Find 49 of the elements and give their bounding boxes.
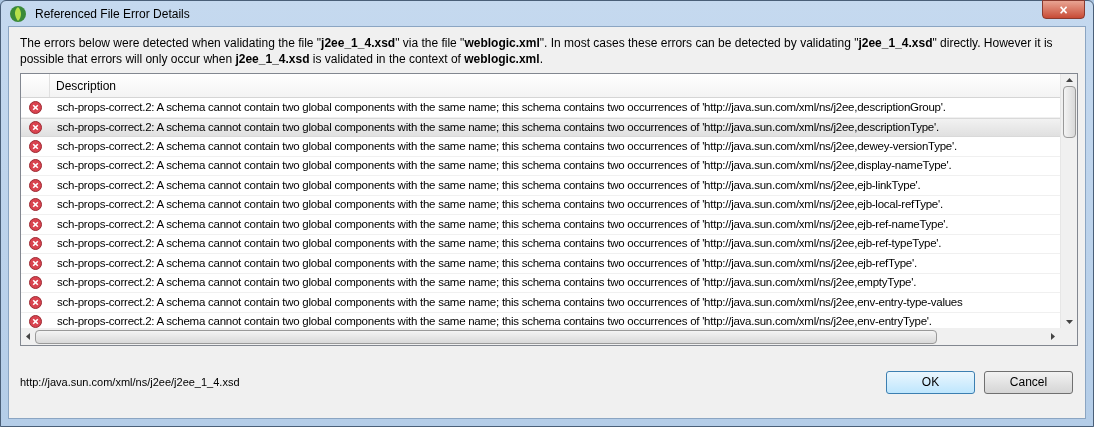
vertical-scrollbar[interactable] — [1060, 74, 1077, 328]
error-description: sch-props-correct.2: A schema cannot contain two global components with the same name; this schema contains two occurrences of 'http://java.sun.com/xml/ns/j2ee,env-entry-type-values — [56, 294, 963, 310]
error-row[interactable]: sch-props-correct.2: A schema cannot contain two global components with the same name; this schema contains two occurrences of 'http://java.sun.com/xml/ns/j2ee,ejb-ref-nameType'. — [21, 215, 1060, 235]
error-description: sch-props-correct.2: A schema cannot contain two global components with the same name; this schema contains two occurrences of 'http://java.sun.com/xml/ns/j2ee,ejb-ref-nameType'. — [56, 216, 949, 232]
error-row[interactable]: sch-props-correct.2: A schema cannot contain two global components with the same name; this schema contains two occurrences of 'http://java.sun.com/xml/ns/j2ee,emptyType'. — [21, 273, 1060, 293]
error-row[interactable]: sch-props-correct.2: A schema cannot contain two global components with the same name; this schema contains two occurrences of 'http://java.sun.com/xml/ns/j2ee,dewey-versionType'. — [21, 137, 1060, 157]
file-path: http://java.sun.com/xml/ns/j2ee/j2ee_1_4.xsd — [20, 374, 240, 390]
error-description: sch-props-correct.2: A schema cannot contain two global components with the same name; this schema contains two occurrences of 'http://java.sun.com/xml/ns/j2ee,ejb-ref-typeType'. — [56, 236, 942, 252]
error-icon — [29, 120, 42, 134]
error-icon — [29, 159, 42, 173]
error-icon — [29, 198, 42, 212]
error-row[interactable]: sch-props-correct.2: A schema cannot contain two global components with the same name; this schema contains two occurrences of 'http://java.sun.com/xml/ns/j2ee,ejb-ref-typeType'. — [21, 234, 1060, 254]
horizontal-scrollbar[interactable] — [21, 328, 1077, 345]
error-description: sch-props-correct.2: A schema cannot contain two global components with the same name; this schema contains two occurrences of 'http://java.sun.com/xml/ns/j2ee,ejb-refType'. — [56, 255, 917, 271]
error-description: sch-props-correct.2: A schema cannot contain two global components with the same name; this schema contains two occurrences of 'http://java.sun.com/xml/ns/j2ee,dewey-versionType'. — [56, 138, 957, 154]
error-icon — [29, 100, 42, 114]
error-icon — [29, 178, 42, 192]
error-icon — [29, 295, 42, 309]
error-icon — [29, 217, 42, 231]
error-row[interactable]: sch-props-correct.2: A schema cannot contain two global components with the same name; this schema contains two occurrences of 'http://java.sun.com/xml/ns/j2ee,ejb-refType'. — [21, 254, 1060, 274]
error-icon — [29, 139, 42, 153]
error-row[interactable]: sch-props-correct.2: A schema cannot contain two global components with the same name; this schema contains two occurrences of 'http://java.sun.com/xml/ns/j2ee,env-entry-type-values — [21, 293, 1060, 313]
scrollbar-thumb[interactable] — [35, 329, 937, 344]
error-icon — [29, 315, 42, 328]
app-logo-icon — [9, 4, 27, 23]
error-row[interactable]: sch-props-correct.2: A schema cannot contain two global components with the same name; this schema contains two occurrences of 'http://java.sun.com/xml/ns/j2ee,ejb-linkType'. — [21, 176, 1060, 196]
error-row[interactable]: sch-props-correct.2: A schema cannot contain two global components with the same name; this schema contains two occurrences of 'http://java.sun.com/xml/ns/j2ee,descriptionType'. — [21, 117, 1060, 137]
error-icon — [29, 276, 42, 290]
scrollbar-thumb[interactable] — [1062, 86, 1076, 138]
error-row[interactable]: sch-props-correct.2: A schema cannot contain two global components with the same name; this schema contains two occurrences of 'http://java.sun.com/xml/ns/j2ee,ejb-local-refType'. — [21, 195, 1060, 215]
error-description: sch-props-correct.2: A schema cannot contain two global components with the same name; this schema contains two occurrences of 'http://java.sun.com/xml/ns/j2ee,ejb-linkType'. — [56, 177, 921, 193]
error-description: sch-props-correct.2: A schema cannot contain two global components with the same name; this schema contains two occurrences of 'http://java.sun.com/xml/ns/j2ee,display-nameType'. — [56, 158, 952, 174]
scroll-down-icon[interactable] — [1065, 320, 1073, 324]
error-message: The errors below were detected when validating the file "j2ee_1_4.xsd" via the file "weblogic.xml". In most cases these errors can be detected by validating "j2ee_1_4.xsd" directly. However it is possible that errors will only occur when j2ee_1_4.xsd is validated in the context of weblogic.xml. — [20, 35, 1054, 68]
scroll-up-icon[interactable] — [1065, 78, 1073, 82]
cancel-button[interactable]: Cancel — [984, 370, 1073, 394]
error-description: sch-props-correct.2: A schema cannot contain two global components with the same name; this schema contains two occurrences of 'http://java.sun.com/xml/ns/j2ee,emptyType'. — [56, 275, 917, 291]
ok-button[interactable]: OK — [886, 370, 975, 394]
error-description: sch-props-correct.2: A schema cannot contain two global components with the same name; this schema contains two occurrences of 'http://java.sun.com/xml/ns/j2ee,descriptionGroup'. — [56, 99, 946, 115]
scroll-left-icon[interactable] — [26, 333, 30, 340]
scroll-right-icon[interactable] — [1051, 333, 1055, 340]
error-icon — [29, 237, 42, 251]
window-title: Referenced File Error Details — [35, 5, 190, 23]
error-description: sch-props-correct.2: A schema cannot contain two global components with the same name; this schema contains two occurrences of 'http://java.sun.com/xml/ns/j2ee,ejb-local-refType'. — [56, 197, 943, 213]
error-row[interactable]: sch-props-correct.2: A schema cannot contain two global components with the same name; this schema contains two occurrences of 'http://java.sun.com/xml/ns/j2ee,display-nameType'. — [21, 156, 1060, 176]
error-icon — [29, 256, 42, 270]
error-description: sch-props-correct.2: A schema cannot contain two global components with the same name; this schema contains two occurrences of 'http://java.sun.com/xml/ns/j2ee,env-entryType'. — [56, 314, 932, 328]
error-row[interactable]: sch-props-correct.2: A schema cannot contain two global components with the same name; this schema contains two occurrences of 'http://java.sun.com/xml/ns/j2ee,descriptionGroup'. — [21, 98, 1060, 118]
error-description: sch-props-correct.2: A schema cannot contain two global components with the same name; this schema contains two occurrences of 'http://java.sun.com/xml/ns/j2ee,descriptionType'. — [56, 119, 939, 135]
